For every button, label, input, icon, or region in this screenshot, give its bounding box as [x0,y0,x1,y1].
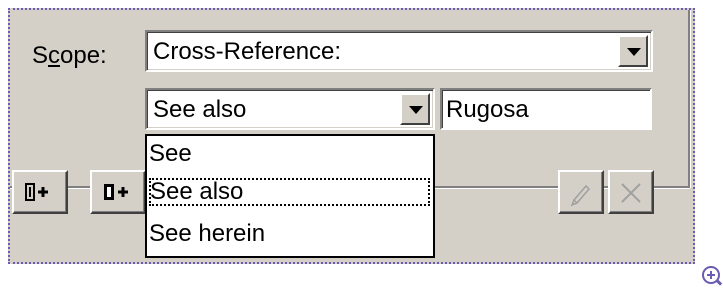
edit-button[interactable] [558,170,604,214]
xref-type-value: See also [153,96,247,123]
chevron-down-icon [627,48,641,56]
scope-dropdown[interactable]: Cross-Reference: [145,30,653,72]
insert-before-button[interactable] [12,170,68,214]
xref-target-input[interactable]: Rugosa [440,88,652,130]
list-option-see-also[interactable]: See also [149,178,430,206]
scope-dropdown-value: Cross-Reference: [153,38,342,65]
insert-before-icon [25,183,48,201]
xref-type-listbox[interactable]: See See also See herein [145,134,435,258]
xref-type-dropdown[interactable]: See also [145,88,435,130]
group-divider-highlight [690,10,691,188]
dialog-panel: Scope: Cross-Reference: See also Rugosa … [8,8,695,264]
delete-x-icon [621,183,641,203]
list-option-see[interactable]: See [149,140,192,168]
list-option-see-herein[interactable]: See herein [149,220,265,248]
scope-label: Scope: [32,42,107,70]
scope-label-suffix: ope: [60,42,107,69]
chevron-down-icon [409,106,423,114]
pencil-icon [570,184,591,207]
zoom-in-icon-handle [715,279,723,286]
xref-type-dropdown-button[interactable] [400,93,430,125]
delete-button[interactable] [608,170,654,214]
insert-after-button[interactable] [90,170,146,214]
scope-dropdown-button[interactable] [618,35,648,67]
insert-after-icon [104,184,128,200]
xref-target-value: Rugosa [446,96,529,123]
scope-label-mnemonic: c [48,42,61,69]
scope-label-prefix: S [32,42,49,69]
